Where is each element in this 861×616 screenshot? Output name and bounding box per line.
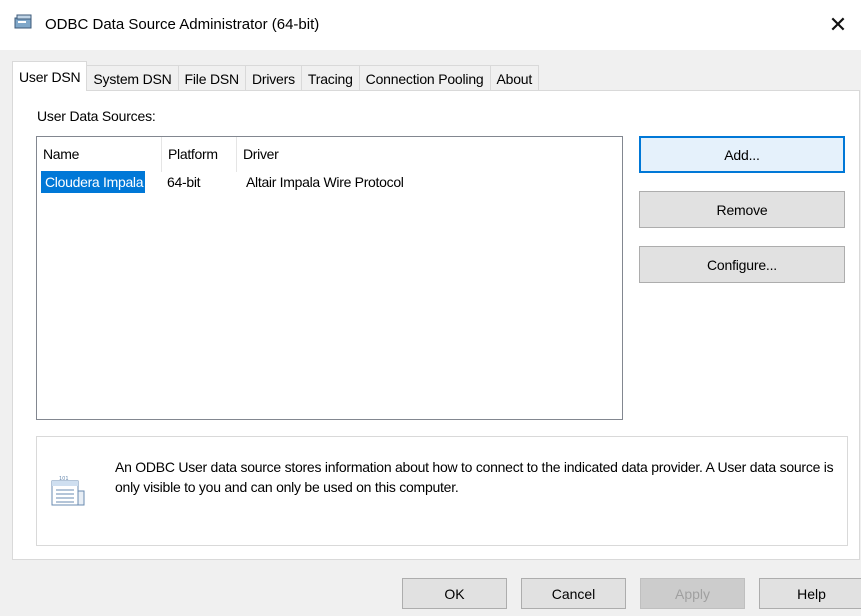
odbc-admin-icon xyxy=(14,14,32,29)
column-header-name[interactable]: Name xyxy=(37,137,161,172)
user-data-sources-label: User Data Sources: xyxy=(37,108,156,124)
add-button[interactable]: Add... xyxy=(639,136,845,173)
list-item[interactable]: Cloudera Impala 64-bit Altair Impala Wir… xyxy=(37,171,622,193)
tab-connection-pooling[interactable]: Connection Pooling xyxy=(358,65,491,91)
dsn-name-cell[interactable]: Cloudera Impala xyxy=(41,171,146,193)
cancel-button[interactable]: Cancel xyxy=(521,578,626,609)
info-text: An ODBC User data source stores informat… xyxy=(115,459,834,495)
user-data-sources-list[interactable]: Name Platform Driver Cloudera Impala 64-… xyxy=(36,136,623,420)
tab-about[interactable]: About xyxy=(489,65,540,91)
odbc-admin-window: ODBC Data Source Administrator (64-bit) … xyxy=(0,0,861,616)
remove-button[interactable]: Remove xyxy=(639,191,845,228)
apply-button[interactable]: Apply xyxy=(640,578,745,609)
tab-file-dsn[interactable]: File DSN xyxy=(177,65,246,91)
user-dsn-panel: User Data Sources: Name Platform Driver … xyxy=(12,90,860,560)
window-title: ODBC Data Source Administrator (64-bit) xyxy=(45,16,320,33)
column-header-driver[interactable]: Driver xyxy=(236,137,616,172)
title-bar: ODBC Data Source Administrator (64-bit) … xyxy=(0,0,861,50)
list-header: Name Platform Driver xyxy=(37,137,622,172)
svg-text:101: 101 xyxy=(59,476,69,482)
column-header-platform[interactable]: Platform xyxy=(161,137,236,172)
dsn-driver-cell: Altair Impala Wire Protocol xyxy=(246,174,404,190)
ok-button[interactable]: OK xyxy=(402,578,507,609)
info-box: 101 An ODBC User data source stores info… xyxy=(36,436,848,546)
tab-user-dsn[interactable]: User DSN xyxy=(12,61,88,91)
help-button[interactable]: Help xyxy=(759,578,861,609)
tab-drivers[interactable]: Drivers xyxy=(244,65,302,91)
tab-system-dsn[interactable]: System DSN xyxy=(86,65,179,91)
tab-tracing[interactable]: Tracing xyxy=(300,65,360,91)
configure-button[interactable]: Configure... xyxy=(639,246,845,283)
tab-strip: User DSN System DSN File DSN Drivers Tra… xyxy=(12,61,540,91)
data-source-icon: 101 xyxy=(51,476,85,506)
dsn-platform-cell: 64-bit xyxy=(167,174,201,190)
close-icon[interactable]: ✕ xyxy=(815,0,861,50)
